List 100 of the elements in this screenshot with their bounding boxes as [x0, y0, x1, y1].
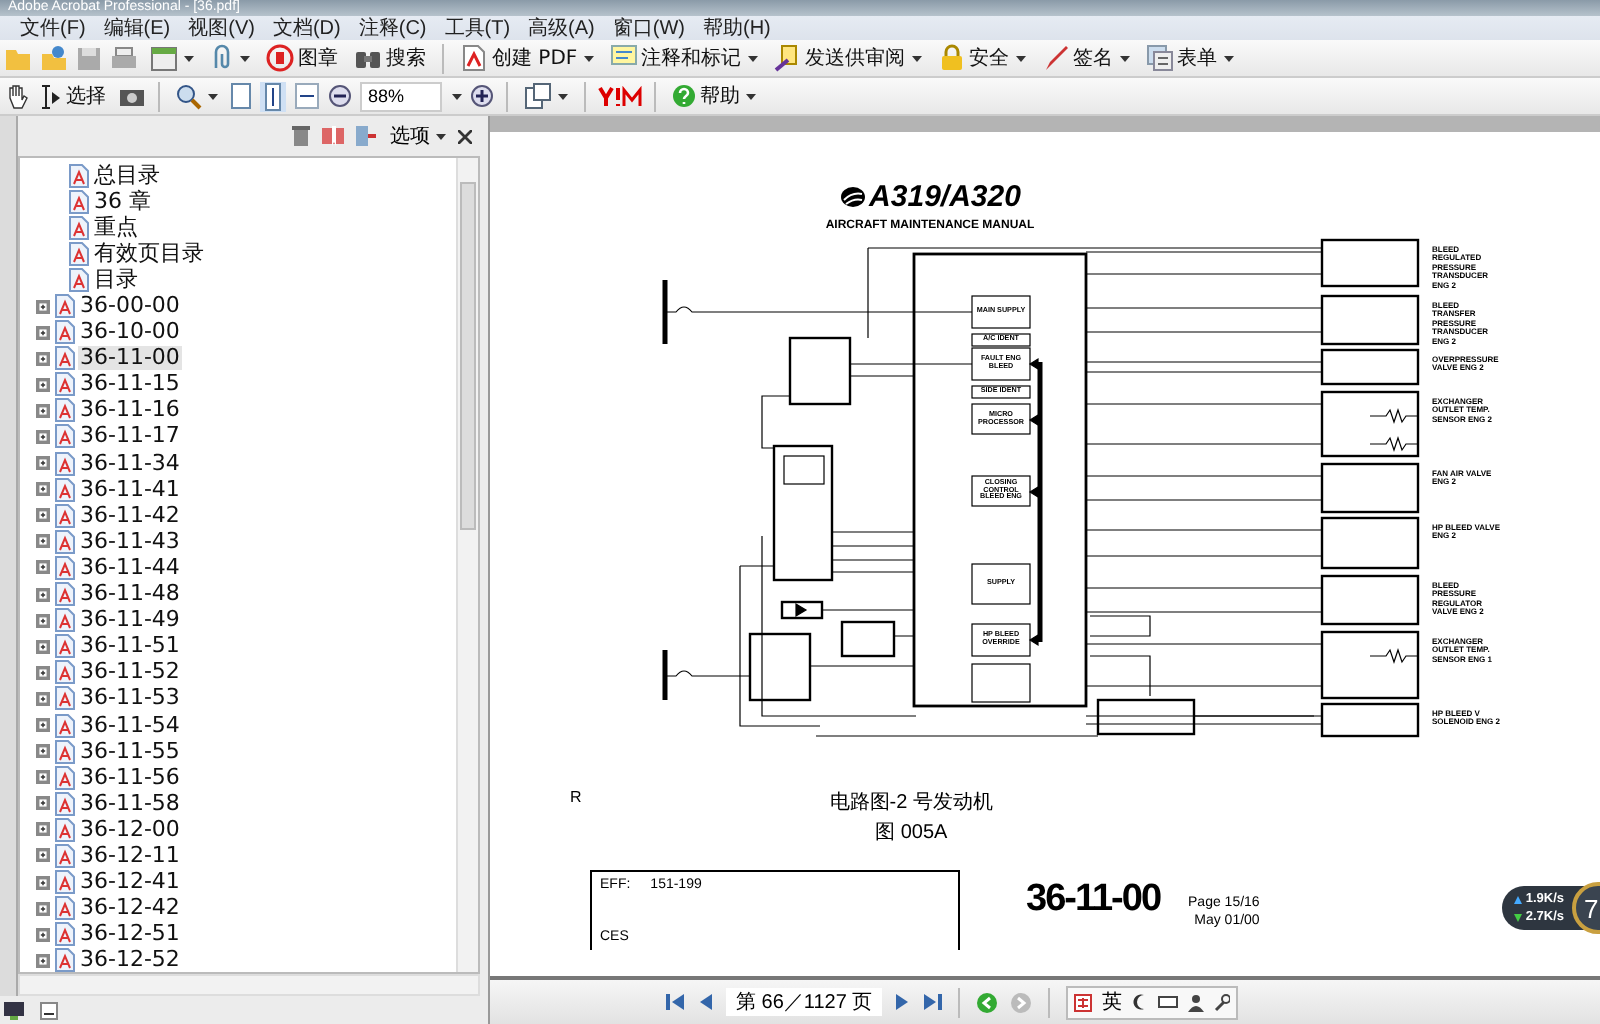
organizer-button[interactable] — [146, 41, 198, 75]
bookmark-item[interactable]: 36-11-00 — [78, 346, 182, 371]
expand-icon[interactable] — [36, 770, 50, 785]
bookmark-item[interactable]: 36-11-41 — [78, 477, 182, 502]
expand-icon[interactable] — [36, 953, 50, 968]
bookmark-icon[interactable] — [322, 126, 344, 146]
bookmark-item[interactable]: 36-12-51 — [78, 922, 182, 947]
expand-icon[interactable] — [36, 403, 50, 418]
expand-icon[interactable] — [36, 665, 50, 680]
language-toggle[interactable]: 英 — [1102, 988, 1123, 1016]
bookmark-item[interactable]: 36-11-55 — [78, 739, 182, 764]
bookmark-item[interactable]: 总目录 — [92, 163, 162, 188]
menu-item[interactable]: 帮助(H) — [702, 14, 771, 42]
bookmark-item[interactable]: 36-11-51 — [78, 634, 182, 659]
toolbar-button[interactable]: 图章 — [262, 41, 342, 75]
bookmark-item[interactable]: 重点 — [92, 215, 140, 240]
expand-icon[interactable] — [36, 639, 50, 654]
menu-item[interactable]: 文档(D) — [272, 14, 341, 42]
scrollbar-thumb[interactable] — [460, 182, 476, 530]
expand-icon[interactable] — [36, 691, 50, 706]
bookmark-item[interactable]: 36-00-00 — [78, 294, 182, 319]
camera-icon[interactable] — [118, 84, 146, 108]
toolbar-button[interactable]: 注释和标记 — [605, 41, 762, 75]
help-button[interactable]: 帮助 — [668, 79, 760, 113]
expand-icon[interactable] — [36, 534, 50, 549]
bookmark-item[interactable]: 36-11-42 — [78, 503, 182, 528]
toolbar-button[interactable]: 签名 — [1037, 41, 1134, 75]
expand-icon[interactable] — [36, 325, 50, 340]
hand-icon[interactable] — [4, 82, 30, 110]
page-field[interactable]: 第 66／1127 页 — [726, 988, 883, 1016]
bookmark-item[interactable]: 36-11-44 — [78, 555, 182, 580]
expand-icon[interactable] — [36, 508, 50, 523]
expand-icon[interactable] — [36, 718, 50, 733]
bookmark-item[interactable]: 36-11-49 — [78, 608, 182, 633]
back-icon[interactable] — [976, 991, 999, 1013]
rotate-button[interactable] — [520, 79, 572, 113]
previous-page-icon[interactable] — [698, 992, 714, 1012]
printer-icon[interactable] — [110, 45, 138, 71]
bookmark-item[interactable]: 36-12-42 — [78, 896, 182, 921]
logo-icon[interactable] — [598, 85, 642, 107]
expand-icon[interactable] — [36, 560, 50, 575]
minimize-icon[interactable] — [40, 1001, 58, 1019]
expand-icon[interactable] — [36, 875, 50, 890]
menu-item[interactable]: 编辑(E) — [103, 14, 171, 42]
bookmark-item[interactable]: 36-11-48 — [78, 582, 182, 607]
bookmark-item[interactable]: 36-12-52 — [78, 948, 182, 973]
first-page-icon[interactable] — [666, 992, 686, 1012]
person-icon[interactable] — [1188, 993, 1205, 1011]
menu-item[interactable]: 窗口(W) — [612, 14, 685, 42]
expand-icon[interactable] — [36, 429, 50, 444]
expand-icon[interactable] — [36, 613, 50, 628]
bookmark-item[interactable]: 36-11-17 — [78, 424, 182, 449]
toolbar-button[interactable]: 安全 — [933, 41, 1030, 75]
expand-icon[interactable] — [36, 482, 50, 497]
expand-icon[interactable] — [36, 744, 50, 759]
zoom-tool-button[interactable] — [172, 79, 222, 113]
bookmark-item[interactable]: 36-11-43 — [78, 529, 182, 554]
trash-icon[interactable] — [292, 126, 310, 146]
bookmark-item[interactable]: 目录 — [92, 267, 140, 292]
menu-item[interactable]: 工具(T) — [444, 14, 511, 42]
bookmark-item[interactable]: 36-11-16 — [78, 398, 182, 423]
toolbar-button[interactable]: 创建 PDF — [456, 41, 598, 75]
toolbar-button[interactable]: 表单 — [1141, 41, 1238, 75]
zoom-in-icon[interactable] — [470, 84, 494, 108]
next-page-icon[interactable] — [894, 992, 911, 1012]
monitor-icon[interactable] — [4, 1001, 24, 1019]
bookmark-item[interactable]: 36-11-34 — [78, 451, 182, 476]
bookmark-item[interactable]: 36-11-52 — [78, 660, 182, 685]
expand-icon[interactable] — [36, 351, 50, 366]
horizontal-scrollbar[interactable] — [18, 974, 480, 996]
bookmark-item[interactable]: 有效页目录 — [92, 241, 206, 266]
expand-icon[interactable] — [36, 822, 50, 837]
bookmark-item[interactable]: 36-11-15 — [78, 372, 182, 397]
keyboard-icon[interactable] — [1158, 996, 1179, 1008]
expand-icon[interactable] — [36, 848, 50, 863]
toolbar-button[interactable]: 发送供审阅 — [769, 41, 926, 75]
options-menu[interactable]: 选项 — [390, 122, 446, 150]
fit-width-icon[interactable] — [294, 82, 320, 110]
bookmark-item[interactable]: 36-11-53 — [78, 686, 182, 711]
zoom-out-icon[interactable] — [328, 84, 352, 108]
page-arrow-icon[interactable] — [356, 126, 378, 146]
bookmark-item[interactable]: 36-10-00 — [78, 320, 182, 345]
bookmark-item[interactable]: 36-11-54 — [78, 713, 182, 738]
folder-globe-icon[interactable] — [40, 44, 68, 72]
close-icon[interactable] — [458, 129, 472, 143]
bookmark-item[interactable]: 36-12-00 — [78, 817, 182, 842]
bookmark-item[interactable]: 36-12-11 — [78, 843, 182, 868]
select-tool-button[interactable]: 选择 — [38, 79, 110, 113]
menu-item[interactable]: 注释(C) — [358, 14, 427, 42]
zoom-field[interactable]: 88% — [360, 81, 442, 111]
menu-item[interactable]: 高级(A) — [528, 14, 595, 42]
expand-icon[interactable] — [36, 377, 50, 392]
expand-icon[interactable] — [36, 299, 50, 314]
expand-icon[interactable] — [36, 796, 50, 811]
wrench-icon[interactable] — [1214, 993, 1231, 1011]
expand-icon[interactable] — [36, 927, 50, 942]
expand-icon[interactable] — [36, 456, 50, 471]
expand-icon[interactable] — [36, 587, 50, 602]
bookmark-item[interactable]: 36-11-58 — [78, 791, 182, 816]
fit-height-icon[interactable] — [260, 81, 286, 111]
